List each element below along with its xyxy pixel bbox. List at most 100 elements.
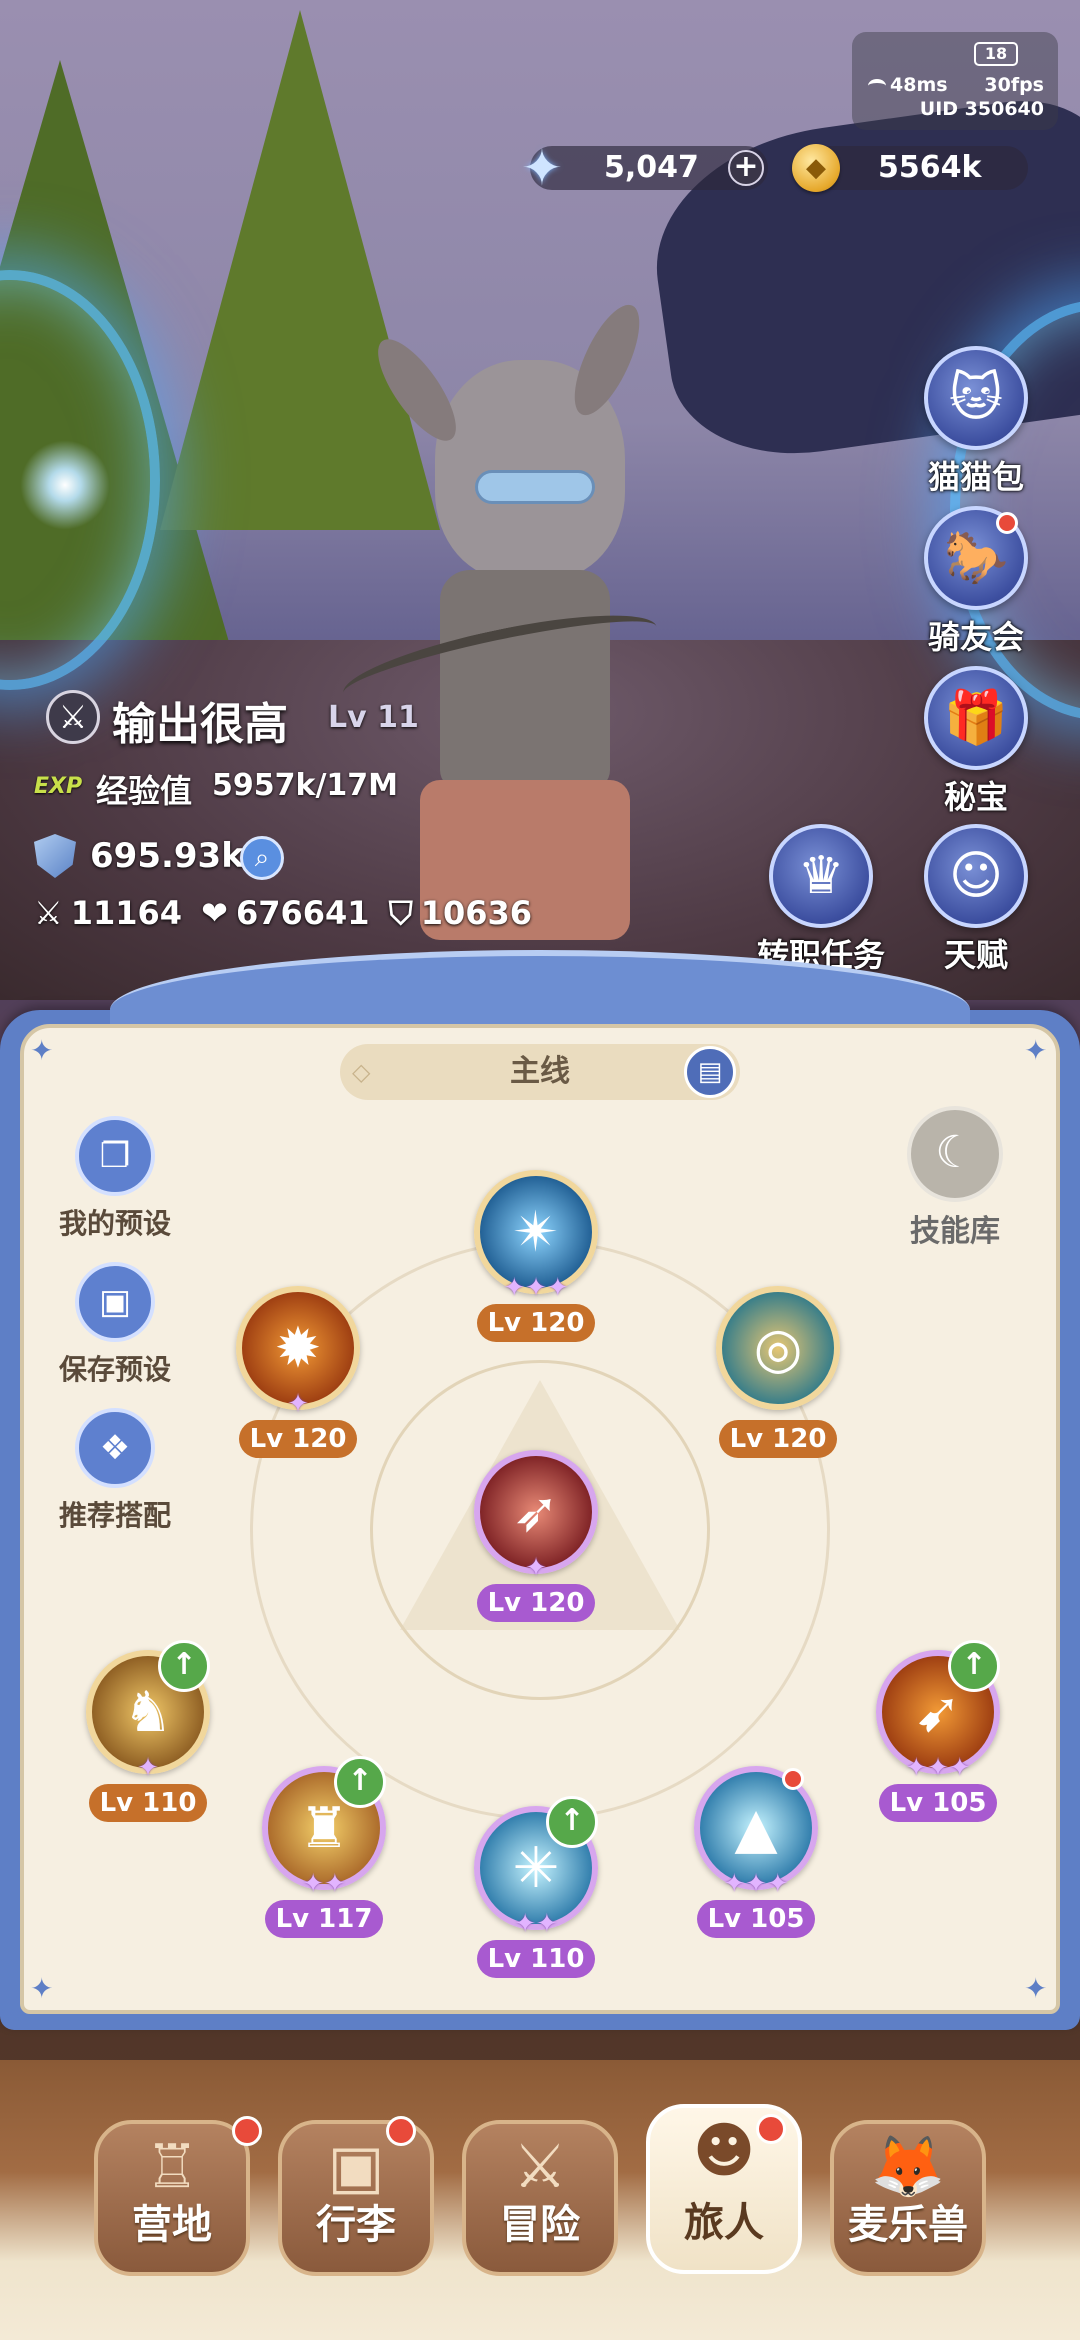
skill-level-badge: Lv 110 xyxy=(477,1940,595,1978)
wifi-icon xyxy=(868,78,886,93)
save-icon: ▣ xyxy=(75,1262,155,1342)
nav-camp[interactable]: ♖ 营地 xyxy=(94,2120,250,2276)
skill-stars: ✦ xyxy=(287,1389,309,1419)
skill-stars: ✦ xyxy=(137,1753,159,1783)
nav-luggage-label: 行李 xyxy=(316,2202,396,2248)
skill-level-badge: Lv 120 xyxy=(477,1584,595,1622)
bunny-ear xyxy=(561,296,653,424)
cat-bag-button[interactable]: 🐱 猫猫包 xyxy=(916,346,1036,496)
power-detail-button[interactable]: ⌕ xyxy=(240,836,284,880)
add-gems-button[interactable]: + xyxy=(728,150,764,186)
player-stats: ⚔ 11164 ❤ 676641 ⛉ 10636 xyxy=(34,894,540,933)
exp-tag: EXP xyxy=(34,774,83,799)
gold-counter[interactable]: ◆ 5564k xyxy=(792,144,1028,192)
skill-level-badge: Lv 120 xyxy=(477,1304,595,1342)
cat-bag-label: 猫猫包 xyxy=(927,458,1024,496)
upgrade-arrow-icon[interactable]: ↑ xyxy=(334,1756,386,1808)
upgrade-arrow-icon[interactable]: ↑ xyxy=(158,1640,210,1692)
defense-shield-icon: ⛉ xyxy=(388,894,413,932)
fps-value: 30fps xyxy=(984,74,1044,96)
talent-button[interactable]: ☺ 天赋 xyxy=(916,824,1036,974)
nav-camp-label: 营地 xyxy=(132,2202,212,2248)
power-value: 695.93k xyxy=(90,836,244,876)
skill-stars xyxy=(716,1390,840,1418)
heart-icon: ❤ xyxy=(201,894,228,932)
skill-level-badge: Lv 120 xyxy=(719,1420,837,1458)
upgrade-arrow-icon[interactable]: ↑ xyxy=(546,1796,598,1848)
skill-stars: ✦✦✦ xyxy=(905,1753,971,1783)
battery-indicator: 18 xyxy=(974,42,1018,66)
notification-dot xyxy=(782,1768,804,1790)
skill-slot-right[interactable]: ◎ Lv 120 xyxy=(716,1286,840,1458)
cat-bag-icon: 🐱 xyxy=(924,346,1028,450)
nav-adventure[interactable]: ⚔ 冒险 xyxy=(462,2120,618,2276)
network-ping: 48ms xyxy=(868,74,948,96)
save-preset-button[interactable]: ▣ 保存预设 xyxy=(40,1262,190,1388)
defense-value: 10636 xyxy=(420,894,533,932)
recommend-button[interactable]: ❖ 推荐搭配 xyxy=(40,1408,190,1534)
my-preset-label: 我的预设 xyxy=(58,1207,171,1240)
treasure-icon: 🎁 xyxy=(924,666,1028,770)
character-head xyxy=(364,296,653,580)
skill-library-icon: ☾ xyxy=(907,1106,1003,1202)
skill-slot-top[interactable]: ✴ ✦✦✦ Lv 120 xyxy=(474,1170,598,1342)
crown-icon: ♛ xyxy=(769,824,873,928)
gold-coin-icon: ◆ xyxy=(792,144,840,192)
skill-level-badge: Lv 105 xyxy=(697,1900,815,1938)
tab-main-line[interactable]: 主线 xyxy=(340,1044,740,1100)
attack-icon: ⚔ xyxy=(34,894,63,932)
skill-level-badge: Lv 117 xyxy=(265,1900,383,1938)
skill-library-button[interactable]: ☾ 技能库 xyxy=(900,1106,1010,1250)
class-icon: ⚔ xyxy=(46,690,100,744)
skill-stars: ✦✦✦ xyxy=(723,1869,789,1899)
system-status: 18 48ms 30fps UID 350640 xyxy=(852,32,1058,130)
corner-ornament: ✦ xyxy=(30,1972,54,2005)
nav-pet-label: 麦乐兽 xyxy=(848,2202,968,2248)
book-icon[interactable]: ▤ xyxy=(684,1046,736,1098)
mount-club-button[interactable]: 🐎 骑友会 xyxy=(916,506,1036,656)
talent-icon: ☺ xyxy=(924,824,1028,928)
crystal-icon: ✦ xyxy=(521,139,563,197)
player-character[interactable] xyxy=(337,296,680,940)
upgrade-arrow-icon[interactable]: ↑ xyxy=(948,1640,1000,1692)
skill-level-badge: Lv 120 xyxy=(239,1420,357,1458)
player-level: Lv 11 xyxy=(328,700,419,735)
nav-traveler-label: 旅人 xyxy=(684,2200,764,2246)
gem-amount: 5,047 xyxy=(604,150,699,185)
skill-stars: ✦✦ xyxy=(514,1909,558,1939)
ping-value: 48ms xyxy=(890,74,948,96)
mount-club-label: 骑友会 xyxy=(927,618,1024,656)
save-preset-label: 保存预设 xyxy=(58,1353,171,1386)
passive-slot-4[interactable]: ▲ ✦✦✦ Lv 105 xyxy=(694,1766,818,1938)
recommend-label: 推荐搭配 xyxy=(58,1499,171,1532)
corner-ornament: ✦ xyxy=(1024,1972,1048,2005)
skill-stars: ✦✦ xyxy=(302,1869,346,1899)
notification-dot xyxy=(386,2116,416,2146)
treasure-label: 秘宝 xyxy=(943,778,1008,816)
uid-value: UID 350640 xyxy=(919,98,1044,120)
exp-value: 5957k/17M xyxy=(212,768,399,803)
diamond-icon: ◇ xyxy=(352,1058,371,1086)
corner-ornament: ✦ xyxy=(30,1034,54,1067)
nav-pet[interactable]: 🦊 麦乐兽 xyxy=(830,2120,986,2276)
skill-stars: ✦ xyxy=(525,1553,547,1583)
skill-level-badge: Lv 110 xyxy=(89,1784,207,1822)
character-mask xyxy=(475,470,595,504)
bunny-ear xyxy=(364,328,470,452)
attack-value: 11164 xyxy=(70,894,183,932)
skill-level-badge: Lv 105 xyxy=(879,1784,997,1822)
gem-counter[interactable]: ✦ 5,047 + xyxy=(521,140,768,196)
my-preset-button[interactable]: ❐ 我的预设 xyxy=(40,1116,190,1242)
sparkle-effect xyxy=(20,440,110,530)
skill-stars: ✦✦✦ xyxy=(503,1273,569,1303)
job-quest-button[interactable]: ♛ 转职任务 xyxy=(746,824,896,974)
skill-slot-center[interactable]: ➶ ✦ Lv 120 xyxy=(474,1450,598,1622)
notification-dot xyxy=(232,2116,262,2146)
preset-icon: ❐ xyxy=(75,1116,155,1196)
notification-dot xyxy=(996,512,1018,534)
hp-value: 676641 xyxy=(235,894,370,932)
treasure-button[interactable]: 🎁 秘宝 xyxy=(916,666,1036,816)
nav-luggage[interactable]: ▣ 行李 xyxy=(278,2120,434,2276)
recommend-icon: ❖ xyxy=(75,1408,155,1488)
skill-slot-left[interactable]: ✹ ✦ Lv 120 xyxy=(236,1286,360,1458)
